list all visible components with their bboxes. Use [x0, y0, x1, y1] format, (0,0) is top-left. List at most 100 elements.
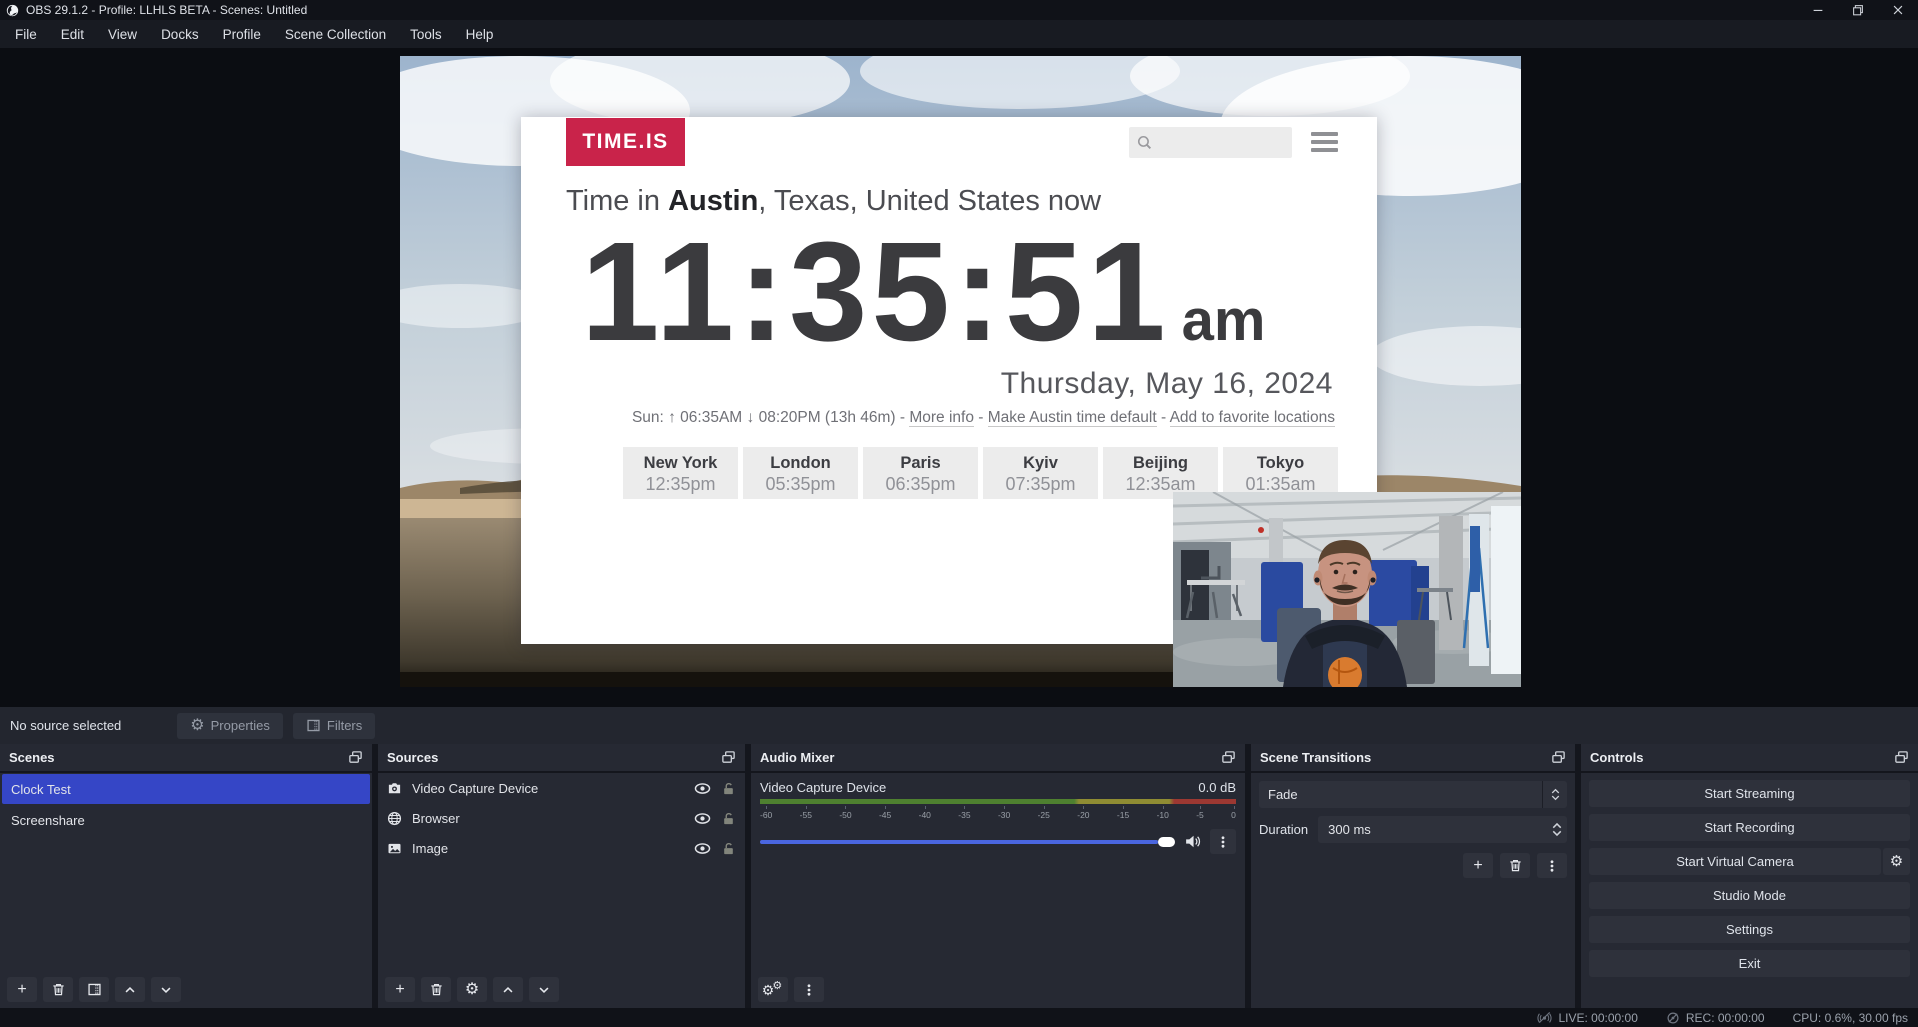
filters-button[interactable]: Filters [293, 713, 375, 739]
popout-icon[interactable] [721, 750, 736, 765]
trash-icon [51, 982, 66, 997]
duration-label: Duration [1259, 822, 1308, 837]
make-default-link: Make Austin time default [988, 409, 1157, 427]
webcam-video-source[interactable] [1173, 492, 1521, 687]
audio-mixer-toolbar: ⚙ ⚙ [751, 971, 1245, 1008]
controls-header: Controls [1581, 744, 1918, 773]
audio-mixer-header: Audio Mixer [751, 744, 1245, 773]
stream-signal-icon [1537, 1010, 1552, 1025]
scenes-toolbar: + [0, 971, 372, 1008]
settings-button[interactable]: Settings [1589, 916, 1910, 943]
volume-slider[interactable] [760, 840, 1175, 844]
unlock-icon[interactable] [721, 811, 736, 826]
minimize-button[interactable] [1798, 0, 1838, 20]
meter-scale: -60-55-50-45-40-35-30-25-20-15-10-50 [760, 806, 1236, 820]
chevron-up-icon [123, 983, 137, 997]
chevron-up-icon [501, 983, 515, 997]
transition-menu-button[interactable] [1537, 853, 1567, 878]
spin-carets[interactable] [1552, 816, 1562, 843]
record-disc-icon [1666, 1011, 1680, 1025]
menu-scene-collection[interactable]: Scene Collection [273, 20, 398, 48]
start-recording-button[interactable]: Start Recording [1589, 814, 1910, 841]
move-source-down-button[interactable] [529, 977, 559, 1002]
menu-docks[interactable]: Docks [149, 20, 211, 48]
add-transition-button[interactable]: + [1463, 853, 1493, 878]
transition-actions: + [1259, 853, 1567, 878]
preview-area: TIME.IS Time in Austin, Texas, United St… [0, 48, 1918, 707]
close-button[interactable] [1878, 0, 1918, 20]
remove-scene-button[interactable] [43, 977, 73, 1002]
remove-transition-button[interactable] [1500, 853, 1530, 878]
start-streaming-button[interactable]: Start Streaming [1589, 780, 1910, 807]
dots-icon [802, 983, 816, 997]
menu-file[interactable]: File [3, 20, 49, 48]
source-row-browser[interactable]: Browser [378, 803, 745, 833]
popout-icon[interactable] [1551, 750, 1566, 765]
chevron-down-icon [537, 983, 551, 997]
source-row-image[interactable]: Image [378, 833, 745, 863]
preview-canvas[interactable]: TIME.IS Time in Austin, Texas, United St… [400, 56, 1521, 687]
add-scene-button[interactable]: + [7, 977, 37, 1002]
caret-up-icon [1552, 822, 1562, 829]
remove-source-button[interactable] [421, 977, 451, 1002]
timeis-logo: TIME.IS [566, 118, 685, 166]
properties-button[interactable]: ⚙ Properties [177, 713, 283, 739]
move-scene-down-button[interactable] [151, 977, 181, 1002]
eye-icon[interactable] [694, 780, 711, 797]
scene-item-screenshare[interactable]: Screenshare [2, 805, 370, 835]
city-clock: New York12:35pm [623, 447, 738, 499]
unlock-icon[interactable] [721, 841, 736, 856]
speaker-icon[interactable] [1184, 833, 1201, 850]
scene-transitions-header: Scene Transitions [1251, 744, 1575, 773]
transition-select[interactable]: Fade [1259, 781, 1567, 808]
timeis-clock: 11:35:51 am [581, 221, 1265, 362]
more-info-link: More info [909, 409, 974, 427]
chevron-down-icon [159, 983, 173, 997]
search-icon [1136, 134, 1153, 151]
caret-up-icon [1551, 788, 1560, 794]
timeis-sun-line: Sun: ↑ 06:35AM ↓ 08:20PM (13h 46m) - Mor… [632, 409, 1335, 427]
add-source-button[interactable]: + [385, 977, 415, 1002]
move-source-up-button[interactable] [493, 977, 523, 1002]
studio-mode-button[interactable]: Studio Mode [1589, 882, 1910, 909]
image-icon [387, 841, 402, 856]
restore-icon [1851, 3, 1865, 17]
scenes-list: Clock Test Screenshare [0, 773, 372, 971]
duration-spinbox[interactable]: 300 ms [1318, 816, 1567, 843]
timeis-date: Thursday, May 16, 2024 [1001, 367, 1333, 401]
status-bar: LIVE: 00:00:00 REC: 00:00:00 CPU: 0.6%, … [0, 1008, 1918, 1027]
source-row-video-capture[interactable]: Video Capture Device [378, 773, 745, 803]
live-status: LIVE: 00:00:00 [1537, 1010, 1637, 1025]
menu-tools[interactable]: Tools [398, 20, 454, 48]
eye-icon[interactable] [694, 810, 711, 827]
volume-slider-handle[interactable] [1158, 837, 1175, 847]
menu-help[interactable]: Help [454, 20, 506, 48]
menu-profile[interactable]: Profile [211, 20, 273, 48]
unlock-icon[interactable] [721, 781, 736, 796]
menu-edit[interactable]: Edit [49, 20, 96, 48]
mixer-channel-name: Video Capture Device [760, 780, 886, 795]
scene-item-clock-test[interactable]: Clock Test [2, 774, 370, 804]
virtual-camera-config-button[interactable]: ⚙ [1883, 848, 1910, 875]
mixer-menu-button[interactable] [794, 977, 824, 1002]
source-properties-button[interactable]: ⚙ [457, 977, 487, 1002]
city-clock: Kyiv07:35pm [983, 447, 1098, 499]
minimize-icon [1811, 3, 1825, 17]
maximize-button[interactable] [1838, 0, 1878, 20]
popout-icon[interactable] [1894, 750, 1909, 765]
popout-icon[interactable] [348, 750, 363, 765]
menu-view[interactable]: View [96, 20, 149, 48]
dock-area: Scenes Clock Test Screenshare + Sources [0, 744, 1918, 1008]
eye-icon[interactable] [694, 840, 711, 857]
move-scene-up-button[interactable] [115, 977, 145, 1002]
caret-down-icon [1552, 830, 1562, 837]
start-virtual-camera-button[interactable]: Start Virtual Camera [1589, 848, 1881, 875]
mixer-channel-menu-button[interactable] [1210, 829, 1236, 854]
sources-list: Video Capture Device Browser Image [378, 773, 745, 971]
popout-icon[interactable] [1221, 750, 1236, 765]
exit-button[interactable]: Exit [1589, 950, 1910, 977]
mixer-channel-row: Video Capture Device 0.0 dB [760, 780, 1236, 795]
gear-icon: ⚙ [1890, 854, 1903, 869]
advanced-audio-button[interactable]: ⚙ ⚙ [758, 977, 788, 1002]
scene-filters-button[interactable] [79, 977, 109, 1002]
